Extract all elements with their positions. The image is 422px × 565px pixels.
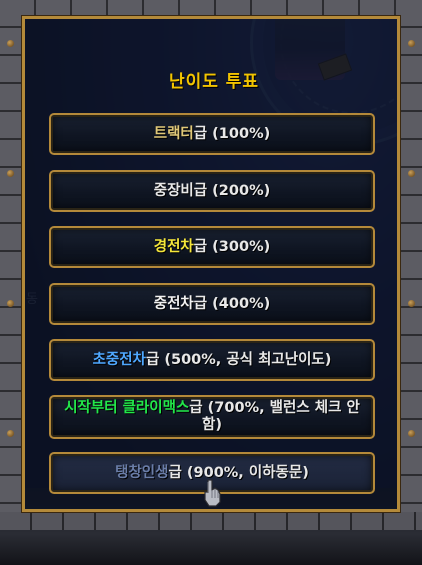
frame-left — [0, 0, 22, 530]
frame-stud — [7, 40, 14, 47]
vote-button-heavy-tank[interactable]: 중전차급 (400%) — [49, 283, 375, 325]
vote-name: 트랙터 — [153, 125, 194, 142]
frame-bottom — [0, 512, 422, 530]
gauntlet-cursor-icon — [204, 479, 221, 507]
vote-name: 초중전차 — [92, 351, 146, 368]
vote-button-light-tank[interactable]: 경전차급 (300%) — [49, 226, 375, 268]
vote-name: 중전차 — [153, 295, 194, 312]
vote-suffix: 급 (900%, 이하동문) — [168, 464, 309, 481]
vote-name: 중장비 — [153, 182, 194, 199]
dialog-title: 난이도 투표 — [168, 72, 260, 92]
vote-suffix: 급 (300%) — [193, 238, 271, 255]
frame-right — [400, 0, 422, 530]
vote-button-super-heavy-tank[interactable]: 초중전차급 (500%, 공식 최고난이도) — [49, 339, 375, 381]
frame-stud — [408, 300, 415, 307]
vote-name: 시작부터 클라이맥스 — [64, 400, 190, 417]
difficulty-vote-dialog: 난이도 투표 트랙터급 (100%) 중장비급 (200%) 경전차급 (300… — [21, 15, 401, 513]
frame-stud — [7, 300, 14, 307]
frame-top — [0, 0, 422, 16]
vote-name: 경전차 — [153, 238, 194, 255]
frame-stud — [408, 170, 415, 177]
vote-button-climax[interactable]: 시작부터 클라이맥스급 (700%, 밸런스 체크 안함) — [49, 395, 375, 439]
vote-suffix: 급 (500%, 공식 최고난이도) — [145, 351, 332, 368]
vote-suffix: 급 (700%, 밸런스 체크 안함) — [189, 400, 360, 433]
frame-stud — [7, 430, 14, 437]
vote-suffix: 급 (200%) — [193, 182, 271, 199]
frame-stud — [7, 170, 14, 177]
vote-button-heavy-equipment[interactable]: 중장비급 (200%) — [49, 170, 375, 212]
game-scene: 섭동 난이도 투표 트랙터급 (100%) 중장비급 (200%) 경전차급 (… — [0, 0, 422, 565]
vote-suffix: 급 (100%) — [193, 125, 271, 142]
frame-stud — [408, 430, 415, 437]
vote-name: 탱창인생 — [115, 464, 169, 481]
frame-stud — [408, 40, 415, 47]
vote-button-tractor[interactable]: 트랙터급 (100%) — [49, 113, 375, 155]
vote-suffix: 급 (400%) — [193, 295, 271, 312]
